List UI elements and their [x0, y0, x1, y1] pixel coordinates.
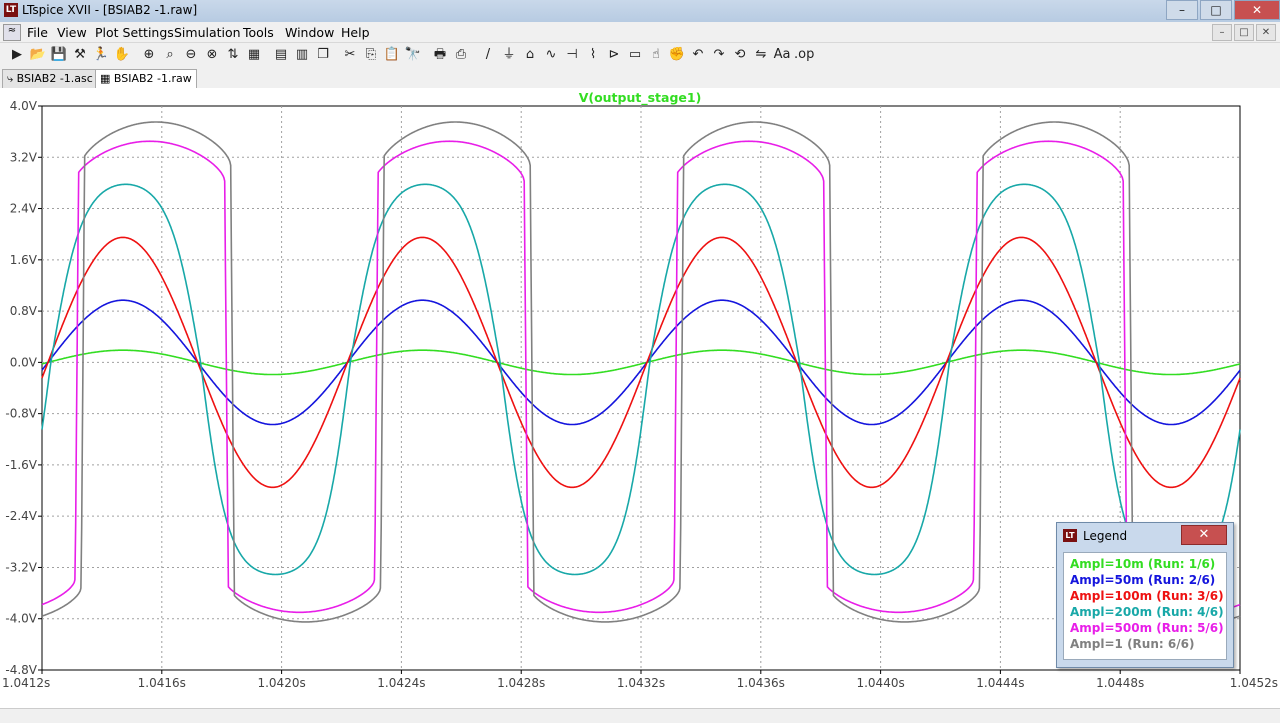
- mdi-minimize-button[interactable]: –: [1212, 24, 1232, 41]
- label-icon[interactable]: ⌂: [521, 46, 539, 63]
- legend-close-button[interactable]: ✕: [1181, 525, 1227, 545]
- legend-entry[interactable]: Ampl=500m (Run: 5/6): [1070, 621, 1224, 635]
- title-bar: LT LTspice XVII - [BSIAB2 -1.raw] – □ ✕: [0, 0, 1280, 22]
- diode-icon[interactable]: ⊳: [605, 46, 623, 63]
- x-tick-label: 1.0424s: [377, 676, 425, 690]
- legend-entry[interactable]: Ampl=50m (Run: 2/6): [1070, 573, 1215, 587]
- wire-icon[interactable]: /: [479, 46, 497, 63]
- legend-app-icon: LT: [1063, 529, 1077, 542]
- x-tick-label: 1.0444s: [976, 676, 1024, 690]
- tile-horizontal-icon[interactable]: ▤: [272, 46, 290, 63]
- legend-window[interactable]: LT Legend ✕ Ampl=10m (Run: 1/6) Ampl=50m …: [1056, 522, 1234, 668]
- ltspice-app-icon: LT: [4, 3, 18, 17]
- grid-icon[interactable]: ▦: [245, 46, 263, 63]
- hammer-icon[interactable]: ⚒: [71, 46, 89, 63]
- x-tick-label: 1.0428s: [497, 676, 545, 690]
- menu-simulation[interactable]: Simulation: [174, 25, 241, 40]
- text-icon[interactable]: Aa: [773, 46, 791, 63]
- pan-icon[interactable]: ✋: [113, 46, 131, 63]
- legend-list: Ampl=10m (Run: 1/6) Ampl=50m (Run: 2/6) Am…: [1063, 552, 1227, 660]
- menu-window[interactable]: Window: [285, 25, 334, 40]
- y-tick-label: 2.4V: [10, 202, 38, 216]
- y-tick-label: 3.2V: [10, 150, 38, 164]
- mdi-close-button[interactable]: ✕: [1256, 24, 1276, 41]
- menu-view[interactable]: View: [57, 25, 87, 40]
- legend-entry[interactable]: Ampl=10m (Run: 1/6): [1070, 557, 1215, 571]
- close-button[interactable]: ✕: [1234, 0, 1280, 20]
- cut-icon[interactable]: ✂: [341, 46, 359, 63]
- x-tick-label: 1.0432s: [617, 676, 665, 690]
- minimize-button[interactable]: –: [1166, 0, 1198, 20]
- x-tick-label: 1.0416s: [138, 676, 186, 690]
- waveform-icon: ▦: [100, 72, 114, 85]
- autorange-icon[interactable]: ⇅: [224, 46, 242, 63]
- print-icon[interactable]: 🖶: [431, 46, 449, 63]
- y-tick-label: 4.0V: [10, 99, 38, 113]
- tab-waveform[interactable]: ▦ BSIAB2 -1.raw: [95, 69, 197, 88]
- zoom-area-icon[interactable]: ⌕: [161, 46, 179, 63]
- component-icon[interactable]: ▭: [626, 46, 644, 63]
- menu-bar: ≈ File View Plot Settings Simulation Too…: [0, 22, 1280, 43]
- x-tick-label: 1.0436s: [737, 676, 785, 690]
- legend-header: LT Legend ✕: [1057, 523, 1233, 549]
- legend-entry[interactable]: Ampl=100m (Run: 3/6): [1070, 589, 1224, 603]
- maximize-button[interactable]: □: [1200, 0, 1232, 20]
- waveform-doc-icon[interactable]: ≈: [3, 24, 21, 41]
- menu-tools[interactable]: Tools: [243, 25, 274, 40]
- mirror-icon[interactable]: ⇋: [752, 46, 770, 63]
- x-tick-label: 1.0412s: [2, 676, 50, 690]
- y-tick-label: -4.0V: [5, 612, 37, 626]
- schematic-icon: ⤷: [7, 72, 17, 85]
- toolbar: ▶ 📂 💾 ⚒ 🏃 ✋ ⊕ ⌕ ⊖ ⊗ ⇅ ▦ ▤ ▥ ❐ ✂ ⎘ 📋 🔭 🖶 ⎙ / ⏚ ⌂ ∿ ⊣ ⌇ ⊳ ▭ ☝ ✊ ↶ ↷ ⟲ ⇋ Aa .op: [0, 43, 1280, 68]
- document-tabs: ⤷ BSIAB2 -1.asc ▦ BSIAB2 -1.raw: [0, 67, 1280, 89]
- menu-file[interactable]: File: [27, 25, 48, 40]
- zoom-in-icon[interactable]: ⊕: [140, 46, 158, 63]
- spice-directive-icon[interactable]: .op: [794, 46, 814, 63]
- y-tick-label: -4.8V: [5, 663, 37, 677]
- zoom-out-icon[interactable]: ⊖: [182, 46, 200, 63]
- undo-icon[interactable]: ↶: [689, 46, 707, 63]
- save-icon[interactable]: 💾: [50, 46, 68, 63]
- drag-icon[interactable]: ✊: [668, 46, 686, 63]
- rotate-icon[interactable]: ⟲: [731, 46, 749, 63]
- legend-title: Legend: [1083, 529, 1128, 543]
- paste-icon[interactable]: 📋: [383, 46, 401, 63]
- find-icon[interactable]: 🔭: [404, 46, 422, 63]
- y-tick-label: -0.8V: [5, 407, 37, 421]
- ground-icon[interactable]: ⏚: [500, 46, 518, 63]
- capacitor-icon[interactable]: ⊣: [563, 46, 581, 63]
- cascade-icon[interactable]: ❐: [314, 46, 332, 63]
- plot-title: V(output_stage1): [579, 90, 702, 106]
- window-title: LTspice XVII - [BSIAB2 -1.raw]: [22, 3, 198, 17]
- inductor-icon[interactable]: ⌇: [584, 46, 602, 63]
- tile-vertical-icon[interactable]: ▥: [293, 46, 311, 63]
- x-tick-label: 1.0452s: [1230, 676, 1278, 690]
- move-icon[interactable]: ☝: [647, 46, 665, 63]
- menu-plot-settings[interactable]: Plot Settings: [95, 25, 174, 40]
- y-tick-label: 0.0V: [10, 355, 38, 369]
- y-tick-label: -3.2V: [5, 560, 37, 574]
- mdi-restore-button[interactable]: □: [1234, 24, 1254, 41]
- y-tick-label: 1.6V: [10, 253, 38, 267]
- status-bar: [0, 708, 1280, 723]
- x-tick-label: 1.0440s: [856, 676, 904, 690]
- run-icon[interactable]: ▶: [8, 46, 26, 63]
- menu-help[interactable]: Help: [341, 25, 370, 40]
- copy-icon[interactable]: ⎘: [362, 46, 380, 63]
- y-tick-label: 0.8V: [10, 304, 38, 318]
- redo-icon[interactable]: ↷: [710, 46, 728, 63]
- open-icon[interactable]: 📂: [29, 46, 47, 63]
- resistor-icon[interactable]: ∿: [542, 46, 560, 63]
- run-man-icon[interactable]: 🏃: [92, 46, 110, 63]
- y-tick-label: -1.6V: [5, 458, 37, 472]
- x-tick-label: 1.0420s: [257, 676, 305, 690]
- x-tick-label: 1.0448s: [1096, 676, 1144, 690]
- tab-schematic[interactable]: ⤷ BSIAB2 -1.asc: [2, 69, 98, 88]
- zoom-cancel-icon[interactable]: ⊗: [203, 46, 221, 63]
- print-setup-icon[interactable]: ⎙: [452, 46, 470, 63]
- legend-entry[interactable]: Ampl=200m (Run: 4/6): [1070, 605, 1224, 619]
- legend-entry[interactable]: Ampl=1 (Run: 6/6): [1070, 637, 1194, 651]
- y-tick-label: -2.4V: [5, 509, 37, 523]
